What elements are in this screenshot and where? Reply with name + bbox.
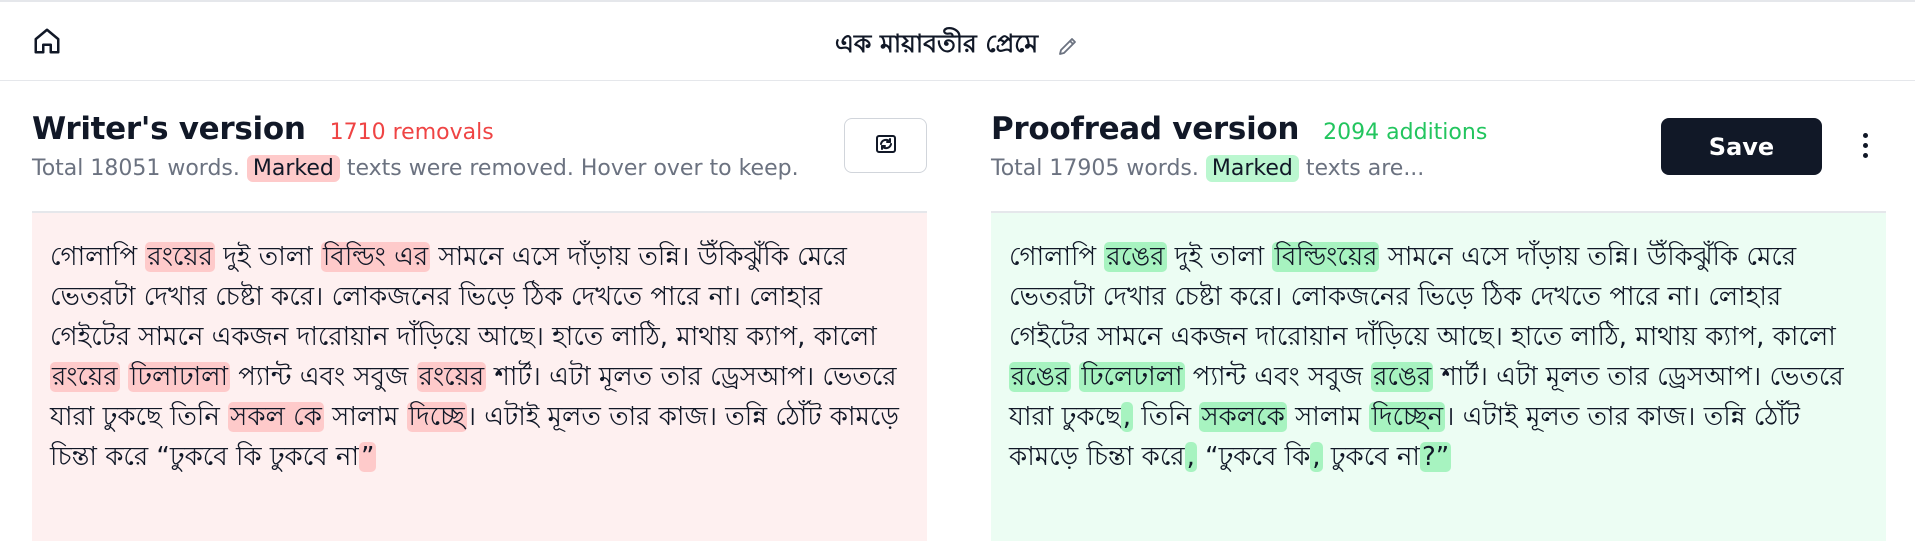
additions-count: 2094 additions	[1323, 120, 1488, 145]
document-title[interactable]: এক মায়াবতীর প্রেমে	[835, 24, 1038, 67]
added-text-mark[interactable]: বিল্ডিংয়ের	[1272, 242, 1380, 272]
removed-text-mark[interactable]: ঢিলাঢালা	[127, 362, 231, 392]
writer-word-total: Total 18051 words.	[32, 156, 240, 181]
removed-text-mark[interactable]: ”	[358, 442, 377, 472]
writer-panel: Writer's version 1710 removals Total 180…	[32, 81, 927, 541]
proofread-summary: Total 17905 words. Marked texts are...	[991, 155, 1424, 182]
added-text-mark[interactable]: ঢিলেঢালা	[1079, 362, 1185, 392]
added-text-mark[interactable]: ?”	[1419, 442, 1452, 472]
added-text-mark[interactable]: দিচ্ছেন	[1369, 402, 1446, 432]
added-text-mark[interactable]: সকলকে	[1199, 402, 1287, 432]
removed-text-mark[interactable]: সকল কে	[228, 402, 324, 432]
writer-version-title: Writer's version	[32, 111, 306, 147]
removals-count: 1710 removals	[329, 120, 494, 145]
writer-text-body[interactable]: গোলাপি রংয়ের দুই তালা বিল্ডিং এর সামনে …	[32, 211, 927, 541]
writer-summary: Total 18051 words. Marked texts were rem…	[32, 155, 799, 182]
removed-text-mark[interactable]: রংয়ের	[50, 362, 120, 392]
added-text-mark[interactable]: রঙের	[1009, 362, 1072, 392]
writer-summary-note: texts were removed. Hover over to keep.	[346, 156, 799, 181]
proofread-version-title: Proofread version	[991, 111, 1300, 147]
text-segment	[120, 362, 128, 392]
proofread-word-total: Total 17905 words.	[991, 156, 1199, 181]
text-segment: প্যান্ট এবং সবুজ	[1184, 362, 1372, 392]
removed-text-mark[interactable]: দিচ্ছে	[406, 402, 467, 432]
proofread-summary-note: texts are...	[1305, 156, 1425, 181]
text-segment: তিনি	[1133, 402, 1200, 432]
text-segment: দুই তালা	[214, 242, 321, 272]
added-text-mark[interactable]: রঙের	[1104, 242, 1167, 272]
text-segment: সালাম	[1286, 402, 1370, 432]
added-text-mark[interactable]: ,	[1184, 442, 1197, 472]
save-button[interactable]: Save	[1661, 118, 1822, 175]
swap-versions-button[interactable]	[844, 118, 927, 173]
added-legend-tag: Marked	[1205, 155, 1299, 182]
text-segment: ঢুকবে না	[1322, 442, 1420, 472]
text-segment: গোলাপি	[50, 242, 146, 272]
removed-text-mark[interactable]: বিল্ডিং এর	[320, 242, 431, 272]
more-vertical-icon[interactable]	[1853, 125, 1877, 165]
text-segment: গোলাপি	[1009, 242, 1105, 272]
removed-text-mark[interactable]: রংয়ের	[145, 242, 215, 272]
text-segment: দুই তালা	[1166, 242, 1273, 272]
pencil-icon[interactable]	[1056, 34, 1080, 58]
added-text-mark[interactable]: ,	[1310, 442, 1323, 472]
added-text-mark[interactable]: রঙের	[1371, 362, 1434, 392]
proofread-panel: Proofread version 2094 additions Total 1…	[991, 81, 1886, 541]
top-bar: এক মায়াবতীর প্রেমে	[0, 0, 1915, 81]
swap-icon	[869, 129, 903, 163]
removed-legend-tag: Marked	[246, 155, 340, 182]
removed-text-mark[interactable]: রংয়ের	[416, 362, 487, 392]
text-segment: সালাম	[323, 402, 407, 432]
proofread-text-body[interactable]: গোলাপি রঙের দুই তালা বিল্ডিংয়ের সামনে এ…	[991, 211, 1886, 541]
added-text-mark[interactable]: ,	[1120, 402, 1133, 432]
text-segment: প্যান্ট এবং সবুজ	[230, 362, 417, 392]
text-segment: “ঢুকবে কি	[1196, 442, 1311, 472]
